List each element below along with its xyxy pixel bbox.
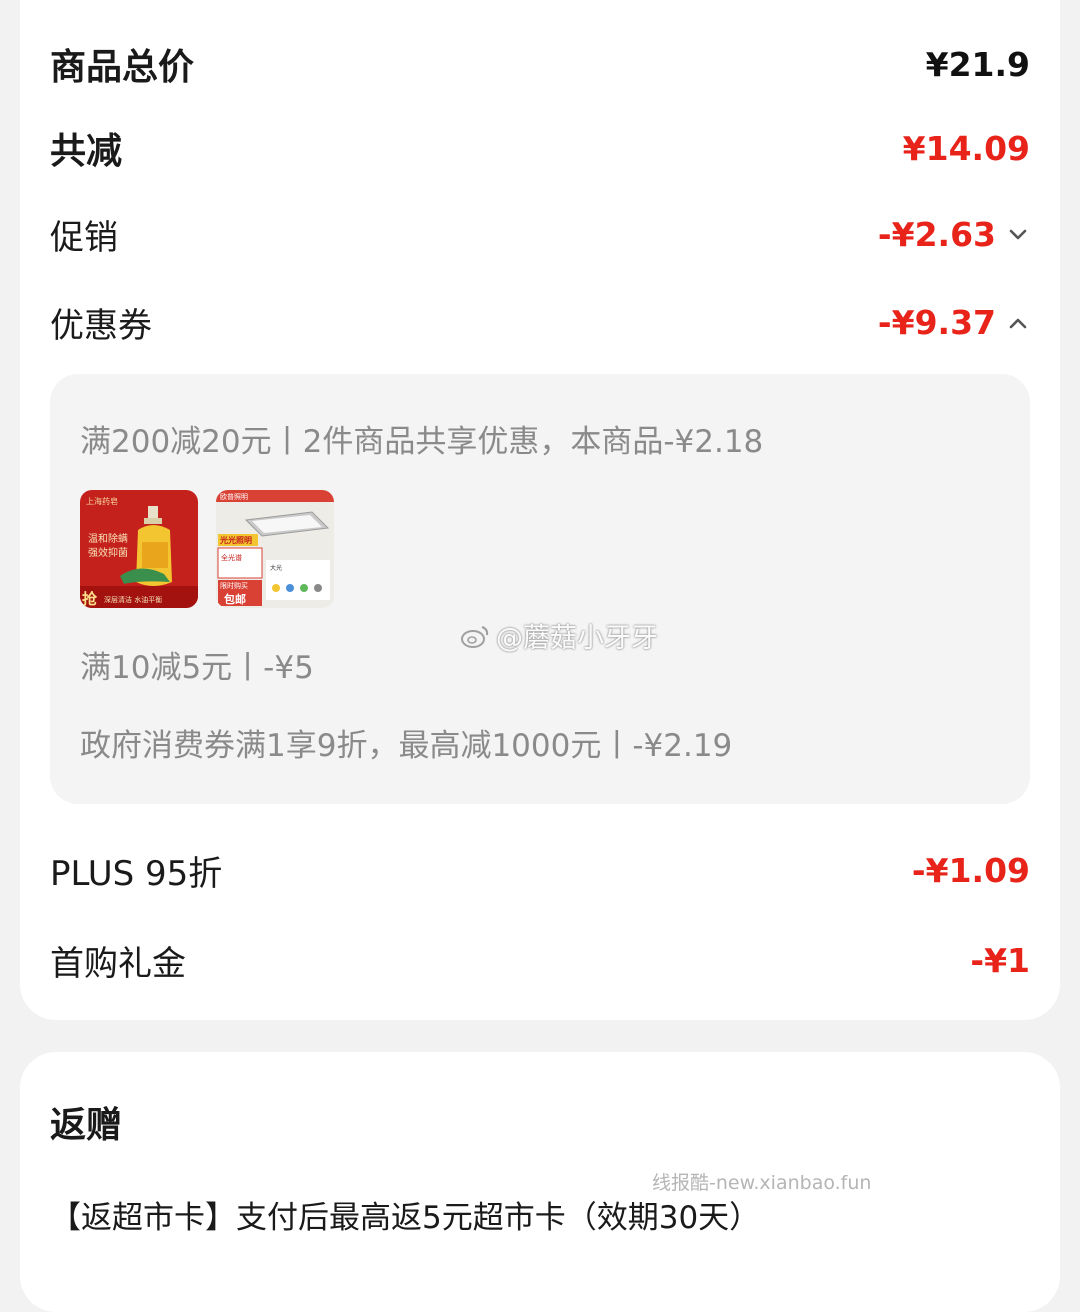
light-limited-text: 限时购买 <box>220 581 248 590</box>
weibo-icon <box>461 625 489 648</box>
promotion-row[interactable]: 促销 -¥2.63 <box>50 210 1030 259</box>
soap-bottom-text: 深层清洁 水油平衡 <box>104 595 162 604</box>
light-brand-text: 欧普照明 <box>220 492 248 501</box>
product-thumbnail-light[interactable]: 欧普照明 光光照明 全光谱 限时购买 包邮 大光 <box>216 490 334 608</box>
coupon-line-2: 满10减5元丨-¥5 <box>80 650 314 686</box>
site-watermark: 线报酷-new.xianbao.fun <box>652 1172 872 1194</box>
total-price-row: 商品总价 ¥21.9 <box>50 38 1030 90</box>
promotion-label: 促销 <box>50 218 118 258</box>
coupon-detail-panel: 满200减20元丨2件商品共享优惠，本商品-¥2.18 上海药皂 温和除螨 强效… <box>50 374 1030 804</box>
soap-brand-text: 上海药皂 <box>86 496 118 506</box>
promotion-value: -¥2.63 <box>877 215 996 254</box>
gift-card: 返赠 【返超市卡】支付后最高返5元超市卡（效期30天） <box>20 1052 1060 1312</box>
total-reduction-row: 共减 ¥14.09 <box>50 122 1030 174</box>
gift-description: 【返超市卡】支付后最高返5元超市卡（效期30天） <box>50 1200 761 1236</box>
first-purchase-row: 首购礼金 -¥1 <box>50 936 1030 985</box>
first-purchase-value: -¥1 <box>970 941 1030 980</box>
product-thumbnail-soap[interactable]: 上海药皂 温和除螨 强效抑菌 抢 深层清洁 水油平衡 <box>80 490 198 608</box>
plus-discount-label: PLUS 95折 <box>50 854 223 894</box>
total-reduction-value: ¥14.09 <box>902 128 1030 168</box>
coupon-value: -¥9.37 <box>877 303 996 342</box>
total-price-label: 商品总价 <box>50 47 195 88</box>
coupon-label: 优惠券 <box>50 306 152 346</box>
first-purchase-label: 首购礼金 <box>50 944 186 984</box>
light-size-text: 大光 <box>270 564 282 572</box>
watermark-text: @蘑菇小牙牙 <box>496 623 658 654</box>
plus-discount-value: -¥1.09 <box>911 851 1030 890</box>
chevron-down-icon[interactable] <box>1002 219 1034 251</box>
price-detail-card: 商品总价 ¥21.9 共减 ¥14.09 促销 -¥2.63 优惠券 -¥9.3… <box>20 0 1060 1020</box>
total-price-value: ¥21.9 <box>925 44 1030 84</box>
coupon-row[interactable]: 优惠券 -¥9.37 <box>50 298 1030 347</box>
total-reduction-label: 共减 <box>50 131 123 172</box>
gift-title: 返赠 <box>50 1105 123 1146</box>
chevron-up-icon[interactable] <box>1002 307 1034 339</box>
soap-tagline-1: 温和除螨 <box>88 532 128 545</box>
weibo-watermark: @蘑菇小牙牙 <box>460 616 658 655</box>
coupon-line-1: 满200减20元丨2件商品共享优惠，本商品-¥2.18 <box>80 424 764 460</box>
light-tag-text: 光光照明 <box>219 535 252 545</box>
coupon-amount[interactable]: -¥9.37 <box>878 303 1030 342</box>
promotion-amount[interactable]: -¥2.63 <box>878 215 1030 254</box>
soap-grab-text: 抢 <box>82 590 98 608</box>
plus-discount-row: PLUS 95折 -¥1.09 <box>50 846 1030 895</box>
coupon-line-3: 政府消费券满1享9折，最高减1000元丨-¥2.19 <box>80 728 733 764</box>
light-spectrum-text: 全光谱 <box>221 553 242 562</box>
soap-tagline-2: 强效抑菌 <box>88 546 128 559</box>
light-shipping-text: 包邮 <box>223 592 246 606</box>
